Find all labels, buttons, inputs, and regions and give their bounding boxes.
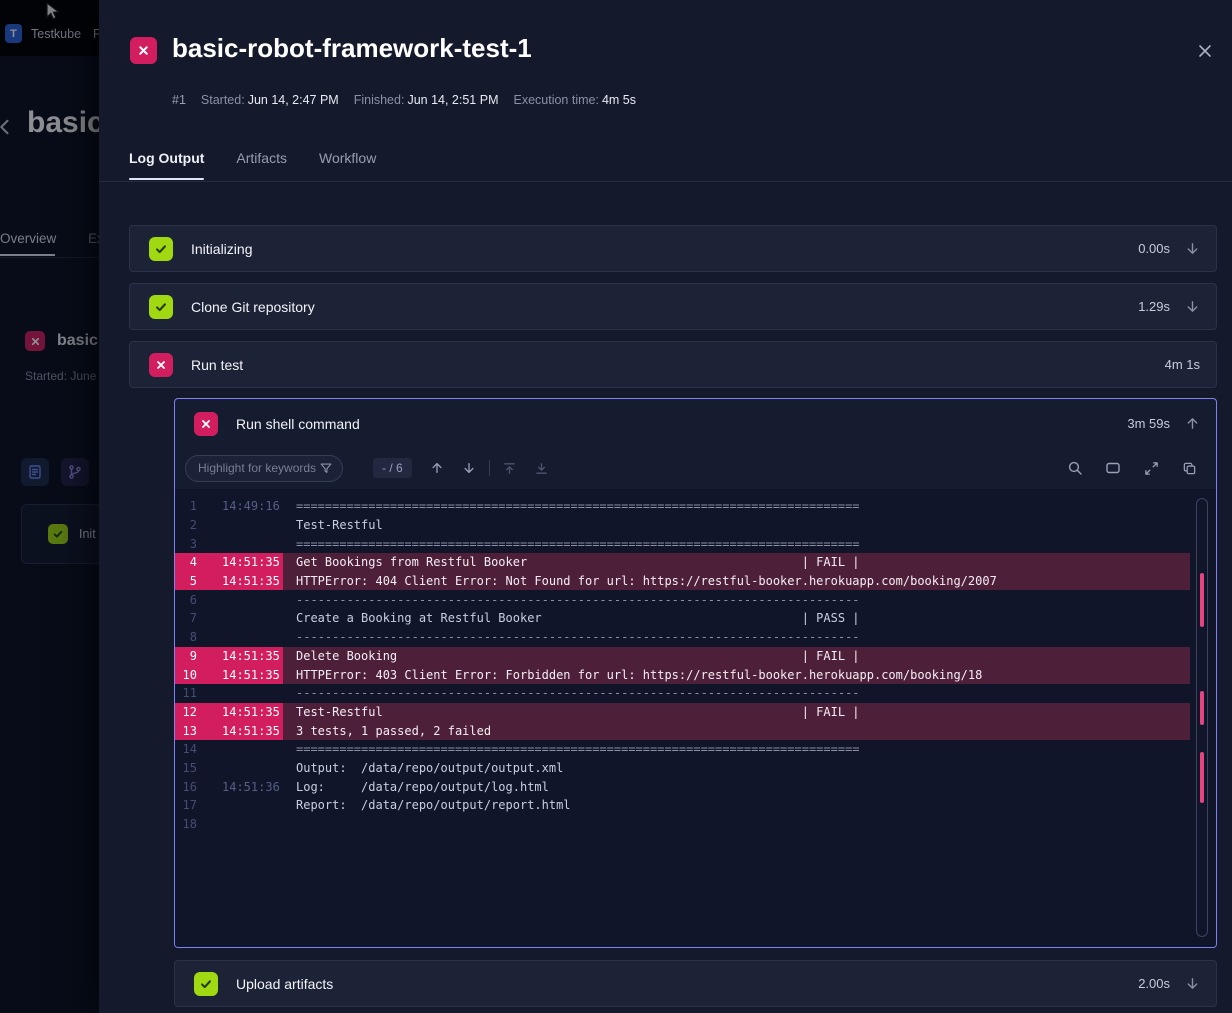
upload-artifacts-section: Upload artifacts 2.00s [174, 960, 1217, 1007]
expand-arrow-icon[interactable] [1184, 241, 1200, 257]
step-row-run-test[interactable]: Run test 4m 1s [129, 341, 1217, 388]
log-line: 914:51:35Delete Booking | FAIL | [175, 647, 1190, 666]
log-line: 18 [175, 815, 1190, 834]
wrap-lines-icon[interactable] [1102, 457, 1124, 479]
execution-time-meta: Execution time:4m 5s [513, 93, 636, 107]
log-line: 1314:51:353 tests, 1 passed, 2 failed [175, 721, 1190, 740]
step-duration: 2.00s [1138, 976, 1170, 991]
run-shell-command-panel: Run shell command 3m 59s - / 6 [174, 398, 1217, 948]
execution-meta: #1 Started:Jun 14, 2:47 PM Finished:Jun … [172, 93, 636, 107]
log-console: 114:49:16===============================… [175, 489, 1216, 947]
prev-match-button[interactable] [426, 457, 448, 479]
step-duration: 0.00s [1138, 241, 1170, 256]
log-line: 17Report: /data/repo/output/report.html [175, 796, 1190, 815]
execution-error-status-icon [130, 37, 157, 64]
close-icon[interactable] [1194, 40, 1216, 62]
drawer-title: basic-robot-framework-test-1 [172, 33, 532, 64]
tabs-divider [99, 181, 1232, 182]
finished-meta: Finished:Jun 14, 2:51 PM [354, 93, 499, 107]
log-line: 3=======================================… [175, 534, 1190, 553]
error-scroll-marker [1200, 573, 1204, 627]
error-status-icon [149, 353, 173, 377]
error-scroll-marker [1200, 691, 1204, 725]
step-duration: 3m 59s [1127, 416, 1170, 431]
log-line: 8---------------------------------------… [175, 628, 1190, 647]
app-root: T Testkube F basic Overview Ex basic Sta… [0, 0, 1232, 1013]
log-scrollbar[interactable] [1196, 498, 1208, 937]
expand-arrow-icon[interactable] [1184, 976, 1200, 992]
log-line: 1214:51:35Test-Restful | FAIL | [175, 703, 1190, 722]
step-row-clone-git[interactable]: Clone Git repository 1.29s [129, 283, 1217, 330]
step-row-initializing[interactable]: Initializing 0.00s [129, 225, 1217, 272]
tab-workflow[interactable]: Workflow [319, 150, 376, 180]
backdrop-overlay[interactable] [0, 0, 99, 1013]
tab-artifacts[interactable]: Artifacts [236, 150, 287, 180]
error-scroll-marker [1200, 752, 1204, 802]
match-counter: - / 6 [373, 458, 412, 478]
execution-number: #1 [172, 93, 186, 107]
tab-log-output[interactable]: Log Output [129, 150, 204, 180]
step-label: Run test [191, 357, 1165, 373]
copy-icon[interactable] [1178, 457, 1200, 479]
success-status-icon [194, 972, 218, 996]
step-row-upload-artifacts[interactable]: Upload artifacts 2.00s [174, 960, 1217, 1007]
log-line: 15Output: /data/repo/output/output.xml [175, 759, 1190, 778]
expand-arrow-icon[interactable] [1184, 299, 1200, 315]
toolbar-divider [489, 460, 490, 476]
log-line: 514:51:35HTTPError: 404 Client Error: No… [175, 572, 1190, 591]
step-list: Initializing 0.00s Clone Git repository … [129, 225, 1217, 399]
search-icon[interactable] [1064, 457, 1086, 479]
collapse-arrow-icon[interactable] [1184, 416, 1200, 432]
filter-icon[interactable] [319, 461, 333, 475]
log-line: 1614:51:36Log: /data/repo/output/log.htm… [175, 777, 1190, 796]
success-status-icon [149, 295, 173, 319]
scroll-to-top-button[interactable] [499, 457, 521, 479]
log-line: 114:49:16===============================… [175, 497, 1190, 516]
step-label: Initializing [191, 241, 1138, 257]
log-lines: 114:49:16===============================… [175, 497, 1190, 833]
started-meta: Started:Jun 14, 2:47 PM [201, 93, 339, 107]
log-toolbar: - / 6 [175, 448, 1216, 488]
log-line: 11--------------------------------------… [175, 684, 1190, 703]
step-duration: 4m 1s [1165, 357, 1200, 372]
log-line: 6---------------------------------------… [175, 590, 1190, 609]
success-status-icon [149, 237, 173, 261]
fullscreen-icon[interactable] [1140, 457, 1162, 479]
error-status-icon [194, 412, 218, 436]
log-line: 14======================================… [175, 740, 1190, 759]
background-page: T Testkube F basic Overview Ex basic Sta… [0, 0, 99, 1013]
execution-drawer: basic-robot-framework-test-1 #1 Started:… [99, 0, 1232, 1013]
log-line: 7Create a Booking at Restful Booker | PA… [175, 609, 1190, 628]
highlight-input[interactable] [198, 461, 319, 475]
log-line: 2Test-Restful [175, 516, 1190, 535]
step-duration: 1.29s [1138, 299, 1170, 314]
scroll-to-bottom-button[interactable] [531, 457, 553, 479]
panel-header[interactable]: Run shell command 3m 59s [175, 399, 1216, 448]
step-label: Run shell command [236, 416, 1127, 432]
highlight-keywords-input[interactable] [185, 455, 343, 482]
log-line: 414:51:35Get Bookings from Restful Booke… [175, 553, 1190, 572]
drawer-tabs: Log Output Artifacts Workflow [129, 150, 376, 180]
step-label: Upload artifacts [236, 976, 1138, 992]
log-line: 1014:51:35HTTPError: 403 Client Error: F… [175, 665, 1190, 684]
next-match-button[interactable] [458, 457, 480, 479]
step-label: Clone Git repository [191, 299, 1138, 315]
